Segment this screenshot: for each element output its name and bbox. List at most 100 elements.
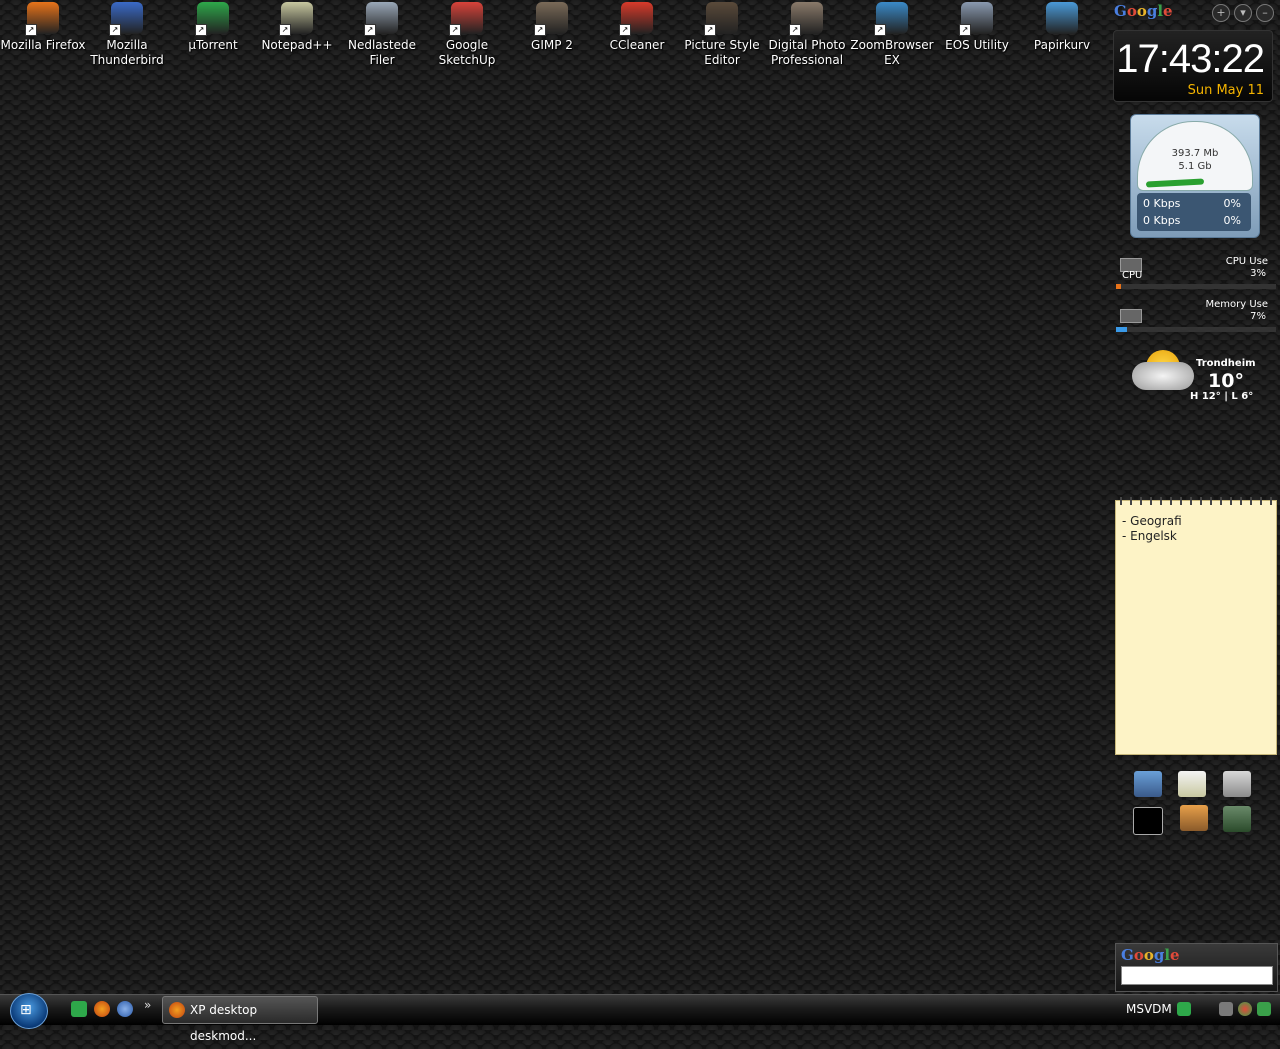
memory-use-title: Memory Use <box>1205 299 1268 310</box>
notes-gadget[interactable]: - Geografi - Engelsk <box>1115 497 1277 755</box>
network-tools-icon[interactable] <box>1219 1002 1233 1016</box>
network-rates: 0 Kbps 0% 0 Kbps 0% <box>1137 193 1251 231</box>
clock-date: Sun May 11 <box>1187 83 1264 98</box>
shortcut-arrow-icon: ↗ <box>959 24 971 36</box>
notepad-plus-plus-icon: ↗ <box>279 2 313 36</box>
desktop-icon-label: GIMP 2 <box>531 38 573 52</box>
network-meter-gadget[interactable]: 393.7 Mb 5.1 Gb 0 Kbps 0% 0 Kbps 0% <box>1130 114 1260 238</box>
clock-time: 17:43:22 <box>1116 37 1265 81</box>
zoombrowser-icon: ↗ <box>874 2 908 36</box>
sidebar-add-gadget-button[interactable]: + <box>1212 4 1230 22</box>
desktop-icon-label: Digital Photo Professional <box>768 38 846 67</box>
taskbar-button[interactable]: XP desktop deskmod... <box>162 996 318 1043</box>
gauge-needle <box>1145 178 1205 188</box>
shortcut-arrow-icon: ↗ <box>534 24 546 36</box>
sidebar-menu-button[interactable]: ▾ <box>1234 4 1252 22</box>
sketchup-icon: ↗ <box>449 2 483 36</box>
gimp-icon: ↗ <box>534 2 568 36</box>
command-prompt-icon[interactable] <box>1133 807 1163 835</box>
weather-temperature: 10° <box>1208 370 1244 392</box>
desktop-icon-downloads-drive[interactable]: ↗ Nedlastede Filer <box>339 2 425 68</box>
cpu-use-title: CPU Use <box>1225 256 1268 267</box>
cpu-chip-label: CPU <box>1122 270 1143 281</box>
shortcut-arrow-icon: ↗ <box>25 24 37 36</box>
cpu-meter-gadget[interactable]: CPU CPU Use 3% <box>1116 256 1278 290</box>
firefox-icon: ↗ <box>25 2 59 36</box>
network-rate-1: 0 Kbps <box>1143 197 1181 210</box>
shortcut-arrow-icon: ↗ <box>195 24 207 36</box>
notepad-icon[interactable] <box>1178 771 1206 797</box>
remote-desktop-icon[interactable] <box>1223 806 1251 832</box>
taskbar-button-label: XP desktop deskmod... <box>190 1003 258 1043</box>
msvdm-icon[interactable] <box>1177 1002 1191 1016</box>
memory-meter-gadget[interactable]: Memory Use 7% <box>1116 299 1278 333</box>
desktop-icon-recycle-bin[interactable]: Papirkurv <box>1019 2 1105 53</box>
desktop-icon-thunderbird[interactable]: ↗ Mozilla Thunderbird <box>84 2 170 68</box>
network-rate-2: 0 Kbps <box>1143 214 1181 227</box>
cpu-use-bar <box>1116 284 1276 289</box>
desktop-icon-label: µTorrent <box>188 38 238 52</box>
note-line: - Geografi <box>1122 514 1182 528</box>
google-tray-icon[interactable] <box>1238 1002 1252 1016</box>
shortcut-arrow-icon: ↗ <box>109 24 121 36</box>
desktop-icon-label: Papirkurv <box>1033 38 1091 52</box>
desktop-icon-digital-photo-professional[interactable]: ↗ Digital Photo Professional <box>764 2 850 68</box>
desktop-icon-label: Mozilla Firefox <box>0 38 86 52</box>
firefox-icon <box>169 1002 185 1018</box>
shortcut-arrow-icon: ↗ <box>279 24 291 36</box>
desktop-icon-label: Google SketchUp <box>438 38 496 67</box>
shortcut-arrow-icon: ↗ <box>874 24 886 36</box>
desktop-icon-ccleaner[interactable]: ↗ CCleaner <box>594 2 680 53</box>
desktop-icon-label: Nedlastede Filer <box>347 38 416 67</box>
sidebar-minimize-button[interactable]: – <box>1256 4 1274 22</box>
taskbar: ⊞ » XP desktop deskmod... MSVDM <box>0 993 1280 1043</box>
network-percent-2: 0% <box>1223 214 1241 227</box>
network-value-2: 5.1 Gb <box>1178 161 1212 172</box>
utorrent-icon[interactable] <box>71 1001 87 1017</box>
desktop-icon-label: Mozilla Thunderbird <box>90 38 164 67</box>
cpu-use-percent: 3% <box>1250 268 1266 279</box>
desktop-icon-utorrent[interactable]: ↗ µTorrent <box>170 2 256 53</box>
desktop-icon-firefox[interactable]: ↗ Mozilla Firefox <box>0 2 86 53</box>
picture-style-editor-icon: ↗ <box>704 2 738 36</box>
desktop-icon-sketchup[interactable]: ↗ Google SketchUp <box>424 2 510 68</box>
desktop-icon-picture-style-editor[interactable]: ↗ Picture Style Editor <box>679 2 765 68</box>
memory-chip-icon <box>1120 309 1142 323</box>
network-status-icon[interactable] <box>1257 1002 1271 1016</box>
windows-logo-icon: ⊞ <box>20 1002 32 1018</box>
shortcut-arrow-icon: ↗ <box>619 24 631 36</box>
sidebar-google-logo[interactable]: Google <box>1114 2 1173 20</box>
notepad-rings <box>1116 497 1276 505</box>
network-connections-icon[interactable] <box>1134 771 1162 797</box>
calculator-icon[interactable] <box>1223 771 1251 797</box>
ccleaner-icon: ↗ <box>619 2 653 36</box>
google-search-input[interactable] <box>1121 966 1273 985</box>
thunderbird-icon: ↗ <box>109 2 143 36</box>
note-line: - Engelsk <box>1122 529 1177 543</box>
utorrent-icon: ↗ <box>195 2 229 36</box>
desktop-icon-gimp[interactable]: ↗ GIMP 2 <box>509 2 595 53</box>
memory-use-percent: 7% <box>1250 311 1266 322</box>
shortcut-arrow-icon: ↗ <box>704 24 716 36</box>
downloads-drive-icon: ↗ <box>364 2 398 36</box>
desktop-icon-label: EOS Utility <box>945 38 1009 52</box>
network-percent-1: 0% <box>1223 197 1241 210</box>
firefox-icon[interactable] <box>94 1001 110 1017</box>
desktop-icon-zoombrowser[interactable]: ↗ ZoomBrowser EX <box>849 2 935 68</box>
paint-icon[interactable] <box>1180 805 1208 831</box>
network-value-1: 393.7 Mb <box>1171 148 1219 159</box>
desktop-icon-eos-utility[interactable]: ↗ EOS Utility <box>934 2 1020 53</box>
tray-label[interactable]: MSVDM <box>1126 1002 1172 1016</box>
clock-gadget[interactable]: 17:43:22 Sun May 11 <box>1113 30 1273 102</box>
desktop-icon-label: ZoomBrowser EX <box>850 38 934 67</box>
network-gauge: 393.7 Mb 5.1 Gb <box>1137 121 1253 191</box>
shortcut-arrow-icon: ↗ <box>449 24 461 36</box>
desktop-icon-notepad-plus-plus[interactable]: ↗ Notepad++ <box>254 2 340 53</box>
digital-photo-professional-icon: ↗ <box>789 2 823 36</box>
weather-gadget[interactable]: Trondheim 10° H 12° | L 6° <box>1128 346 1278 406</box>
quick-launch-overflow-button[interactable]: » <box>144 998 151 1012</box>
sidebar-header: Google + ▾ – <box>1110 0 1280 24</box>
desktop-icon-label: Notepad++ <box>261 38 333 52</box>
thunderbird-icon[interactable] <box>117 1001 133 1017</box>
memory-use-bar-fill <box>1116 327 1128 332</box>
